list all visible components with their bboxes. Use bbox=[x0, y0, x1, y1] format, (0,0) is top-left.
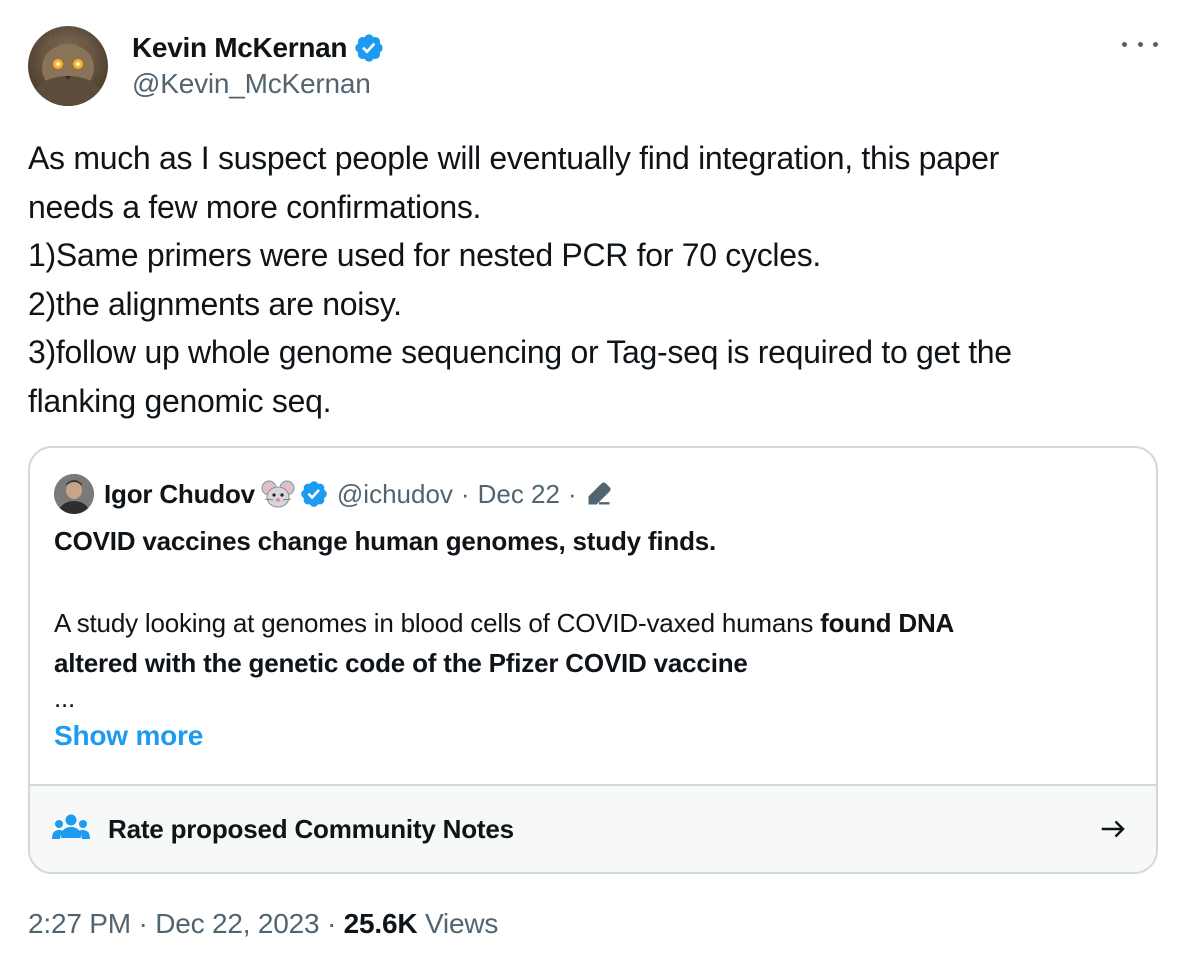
edit-pencil-icon[interactable] bbox=[585, 480, 613, 508]
mouse-emoji bbox=[261, 479, 295, 509]
person-avatar-icon bbox=[54, 474, 94, 514]
quoted-body-bold-text: altered with the genetic code of the Pfi… bbox=[54, 648, 748, 678]
author-names: Kevin McKernan @Kevin_McKernan bbox=[132, 30, 385, 100]
tweet-line: As much as I suspect people will eventua… bbox=[28, 140, 999, 176]
community-notes-row[interactable]: Rate proposed Community Notes bbox=[30, 786, 1156, 872]
people-icon bbox=[52, 814, 90, 839]
author-handle[interactable]: @Kevin_McKernan bbox=[132, 68, 385, 100]
tweet-line: 3)follow up whole genome sequencing or T… bbox=[28, 334, 1012, 370]
tweet-date[interactable]: Dec 22, 2023 bbox=[155, 908, 319, 939]
meta-separator: · bbox=[130, 908, 156, 939]
quoted-tweet-header: Igor Chudov @ichudov · Dec 22 · bbox=[54, 474, 613, 514]
tweet-time[interactable]: 2:27 PM bbox=[28, 908, 131, 939]
quoted-body-bold-text: found DNA bbox=[820, 608, 955, 638]
tweet-line: needs a few more confirmations. bbox=[28, 188, 482, 225]
cat-avatar-icon bbox=[34, 34, 102, 106]
quoted-tweet-date[interactable]: Dec 22 bbox=[478, 479, 560, 510]
author-avatar[interactable] bbox=[28, 26, 108, 106]
tweet-line: 2)the alignments are noisy. bbox=[28, 285, 402, 322]
community-notes-label[interactable]: Rate proposed Community Notes bbox=[108, 814, 514, 845]
quoted-author-display-name[interactable]: Igor Chudov bbox=[104, 479, 255, 510]
tweet-line: 1)Same primers were used for nested PCR … bbox=[28, 237, 822, 273]
views-label: Views bbox=[417, 908, 499, 939]
mouse-icon bbox=[261, 480, 295, 508]
arrow-right-icon[interactable] bbox=[1098, 814, 1128, 844]
quoted-tweet-title: COVID vaccines change human genomes, stu… bbox=[54, 526, 717, 556]
display-name-row: Kevin McKernan bbox=[132, 30, 385, 66]
tweet-text: As much as I suspect people will eventua… bbox=[28, 134, 1168, 425]
quoted-body-line-2: altered with the genetic code of the Pfi… bbox=[54, 643, 1144, 683]
quoted-tweet-body: A study looking at genomes in blood cell… bbox=[54, 603, 1144, 713]
quoted-body-text: A study looking at genomes in blood cell… bbox=[54, 608, 821, 638]
verified-badge-icon[interactable] bbox=[353, 32, 385, 64]
quoted-body-ellipsis: ... bbox=[54, 683, 76, 713]
tweet-line: flanking genomic seq. bbox=[28, 382, 332, 419]
show-more-link[interactable]: Show more bbox=[54, 720, 203, 752]
meta-separator: · bbox=[460, 478, 470, 509]
quoted-author-handle[interactable]: @ichudov bbox=[337, 479, 453, 510]
verified-badge-icon[interactable] bbox=[299, 479, 329, 509]
more-horizontal-icon[interactable] bbox=[1122, 34, 1158, 54]
tweet-header: Kevin McKernan @Kevin_McKernan bbox=[28, 26, 1168, 108]
meta-separator: · bbox=[319, 908, 344, 939]
views-count: 25.6K bbox=[343, 908, 418, 939]
author-display-name[interactable]: Kevin McKernan bbox=[132, 32, 348, 64]
quoted-tweet-card[interactable]: Igor Chudov @ichudov · Dec 22 · COVID va… bbox=[28, 446, 1158, 874]
meta-separator: · bbox=[567, 478, 577, 509]
tweet-footer: 2:27 PM · Dec 22, 2023 · 25.6K Views bbox=[28, 908, 498, 940]
quoted-body-line-1: A study looking at genomes in blood cell… bbox=[54, 603, 1144, 643]
quoted-author-avatar[interactable] bbox=[54, 474, 94, 514]
